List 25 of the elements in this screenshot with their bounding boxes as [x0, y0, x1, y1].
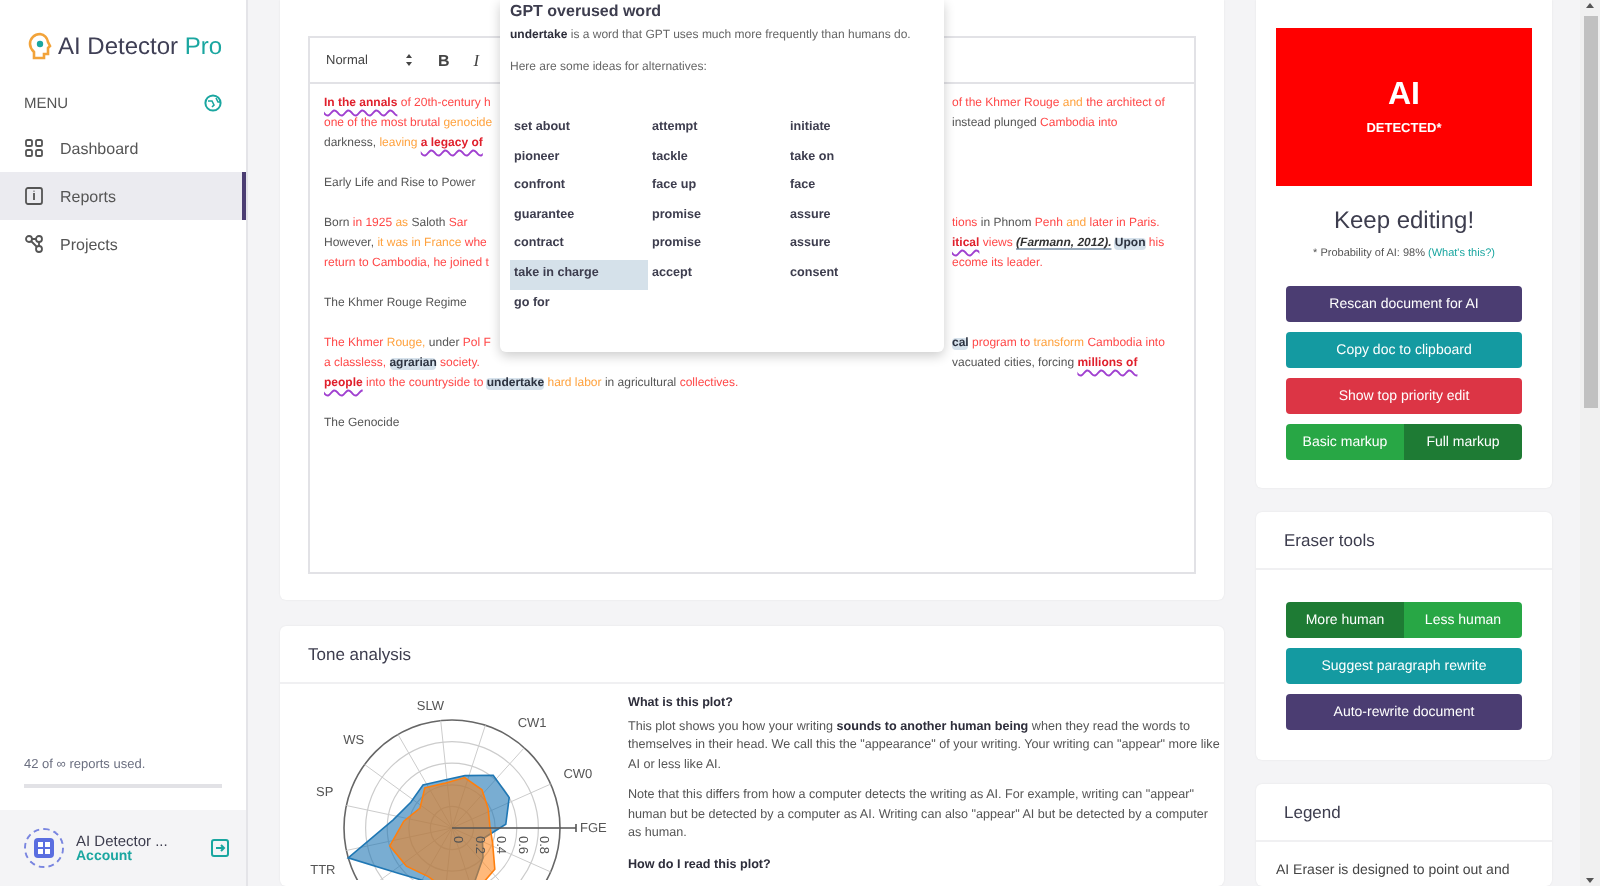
brain-icon [26, 32, 52, 60]
grid-icon [24, 138, 44, 158]
scrollbar-thumb[interactable] [1583, 16, 1597, 408]
card-title: Legend [1256, 784, 1552, 842]
bold-button[interactable]: B [437, 51, 450, 69]
sidebar-item[interactable]: Projects [0, 220, 246, 268]
popup-title: GPT overused word [510, 2, 664, 20]
scroll-down-icon [1584, 874, 1596, 886]
document-icon [24, 186, 44, 206]
app-logo: AI Detector Pro [58, 32, 223, 60]
scrollbar[interactable] [1580, 0, 1600, 886]
globe-icon [204, 94, 222, 112]
scroll-up-icon [1584, 0, 1596, 12]
status-text: Keep editing! [1331, 206, 1477, 234]
radial-axis [451, 823, 577, 833]
select-caret-icon [403, 52, 414, 68]
logout-icon [210, 838, 230, 858]
sidebar-item[interactable]: Dashboard [0, 124, 246, 172]
sidebar-item[interactable]: Reports [0, 172, 246, 220]
card-title: Tone analysis [280, 626, 1224, 684]
nodes-icon [24, 234, 44, 254]
verdict-text: AI [1388, 78, 1420, 114]
italic-button[interactable]: I [473, 50, 480, 70]
grid-icon [34, 838, 54, 858]
card-title: Eraser tools [1256, 512, 1552, 570]
